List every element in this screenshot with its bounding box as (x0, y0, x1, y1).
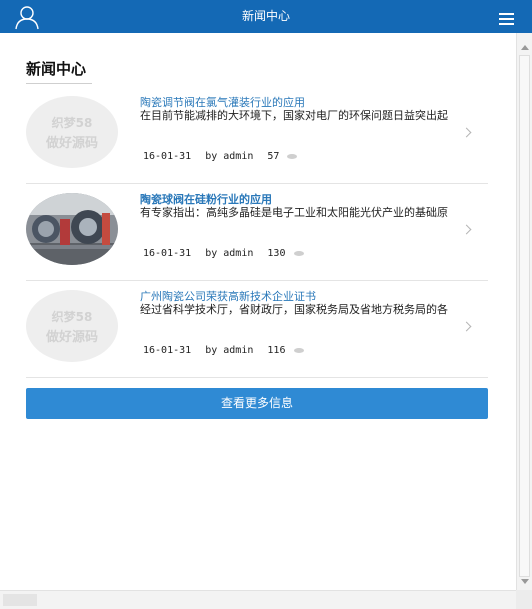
horizontal-scrollbar-thumb[interactable] (3, 594, 37, 606)
news-title[interactable]: 广州陶瓷公司荣获高新技术企业证书 (140, 288, 316, 304)
comment-icon (293, 250, 304, 256)
news-thumbnail-placeholder[interactable]: 织梦58 做好源码 (26, 290, 118, 362)
section-title: 新闻中心 (26, 60, 87, 78)
comment-icon (287, 153, 298, 159)
vertical-scrollbar[interactable] (516, 33, 532, 590)
comment-icon (293, 347, 304, 353)
watermark-line1: 织梦58 (51, 116, 93, 130)
header-title: 新闻中心 (241, 9, 290, 23)
watermark-line2: 做好源码 (45, 136, 98, 151)
news-views: 57 (267, 151, 280, 162)
news-author: by admin (205, 151, 254, 162)
scroll-up-arrow-icon[interactable] (521, 45, 529, 50)
scrollbar-thumb[interactable] (519, 55, 530, 577)
chevron-right-icon[interactable] (461, 321, 472, 332)
news-item[interactable]: 织梦58 做好源码 广州陶瓷公司荣获高新技术企业证书 经过省科学技术厅，省财政厅… (26, 283, 488, 378)
news-author: by admin (205, 345, 254, 356)
scroll-down-arrow-icon[interactable] (521, 579, 529, 584)
horizontal-scrollbar[interactable] (0, 590, 516, 609)
news-thumbnail-photo[interactable] (26, 193, 118, 265)
news-meta: 16-01-31 by admin 116 (143, 345, 304, 356)
news-summary: 有专家指出：高纯多晶硅是电子工业和太阳能光伏产业的基础原 (140, 206, 448, 219)
news-item[interactable]: 织梦58 做好源码 陶瓷调节阀在氯气灌装行业的应用 在目前节能减排的大环境下，国… (26, 89, 488, 184)
watermark-line2: 做好源码 (45, 330, 98, 345)
hamburger-menu-icon[interactable] (499, 13, 514, 25)
news-summary: 在目前节能减排的大环境下，国家对电厂的环保问题日益突出起 (140, 109, 448, 122)
top-nav-bar: 新闻中心 (0, 0, 532, 33)
chevron-right-icon[interactable] (461, 127, 472, 138)
main-content: 新闻中心 织梦58 做好源码 陶瓷调节阀在氯气灌装行业的应用 在目前节能减排的大… (0, 33, 516, 590)
news-title[interactable]: 陶瓷球阀在硅粉行业的应用 (140, 191, 272, 207)
news-title[interactable]: 陶瓷调节阀在氯气灌装行业的应用 (140, 94, 305, 110)
news-views: 130 (267, 248, 286, 259)
news-thumbnail-placeholder[interactable]: 织梦58 做好源码 (26, 96, 118, 168)
watermark-line1: 织梦58 (51, 310, 93, 324)
news-views: 116 (267, 345, 286, 356)
industrial-photo-image (26, 193, 118, 265)
scrollbar-corner (516, 590, 532, 609)
news-summary: 经过省科学技术厅，省财政厅，国家税务局及省地方税务局的各 (140, 303, 448, 316)
news-item[interactable]: 陶瓷球阀在硅粉行业的应用 有专家指出：高纯多晶硅是电子工业和太阳能光伏产业的基础… (26, 186, 488, 281)
section-divider (26, 83, 92, 84)
chevron-right-icon[interactable] (461, 224, 472, 235)
news-author: by admin (205, 248, 254, 259)
news-meta: 16-01-31 by admin 57 (143, 151, 298, 162)
news-date: 16-01-31 (143, 345, 192, 356)
news-date: 16-01-31 (143, 248, 192, 259)
news-date: 16-01-31 (143, 151, 192, 162)
view-more-button[interactable]: 查看更多信息 (26, 388, 488, 419)
news-meta: 16-01-31 by admin 130 (143, 248, 304, 259)
